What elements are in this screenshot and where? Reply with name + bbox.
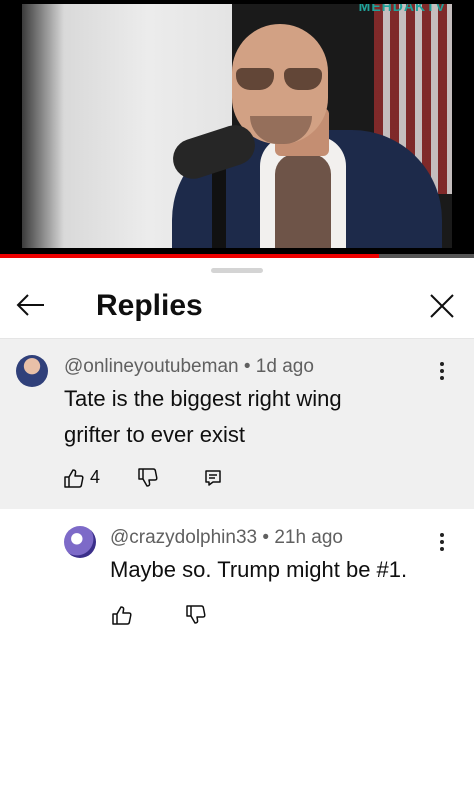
comment-more-button[interactable] [432,359,452,383]
dislike-button[interactable] [186,605,206,625]
comment-author[interactable]: @onlineyoutubeman [64,356,239,377]
channel-watermark: MEHDAKTV [358,4,446,14]
dislike-button[interactable] [138,467,158,488]
thumb-down-icon [138,467,158,487]
page-title: Replies [96,289,203,322]
arrow-left-icon [16,294,44,316]
comment-meta: @onlineyoutubeman • 1d ago [64,355,314,379]
reply-button[interactable] [204,469,222,487]
reply-time: 21h ago [274,527,343,548]
avatar[interactable] [16,355,48,387]
reply-actions [112,605,206,625]
sheet-header: Replies [0,274,474,339]
video-frame: MEHDAKTV [22,4,452,248]
meta-separator: • [262,527,270,548]
person-chest [275,154,331,248]
comment-actions: 4 [64,467,222,488]
replies-sheet: Replies @onlineyoutubeman • 1d ago Tate … [0,258,474,800]
close-button[interactable] [424,288,460,324]
sunglasses [236,68,324,90]
comment-time: 1d ago [255,356,314,377]
reply-author[interactable]: @crazydolphin33 [110,527,257,548]
back-button[interactable] [14,288,48,322]
thumb-up-icon [112,606,132,625]
close-icon [430,294,454,318]
reply-icon [205,469,221,486]
video-player[interactable]: MEHDAKTV [0,0,474,258]
thumb-down-icon [186,605,206,624]
avatar[interactable] [64,526,96,558]
like-count: 4 [90,467,101,487]
like-button[interactable]: 4 [64,467,100,488]
meta-separator: • [243,356,251,377]
comment-text: Tate is the biggest right wing grifter t… [64,386,342,447]
thumb-up-icon [64,468,84,488]
reply-text: Maybe so. Trump might be #1. [110,557,408,582]
highlighted-comment: @onlineyoutubeman • 1d ago Tate is the b… [0,339,474,509]
reply-meta: @crazydolphin33 • 21h ago [110,526,343,550]
drag-handle[interactable] [211,268,263,273]
reply-more-button[interactable] [432,530,452,554]
like-button[interactable] [112,605,132,625]
